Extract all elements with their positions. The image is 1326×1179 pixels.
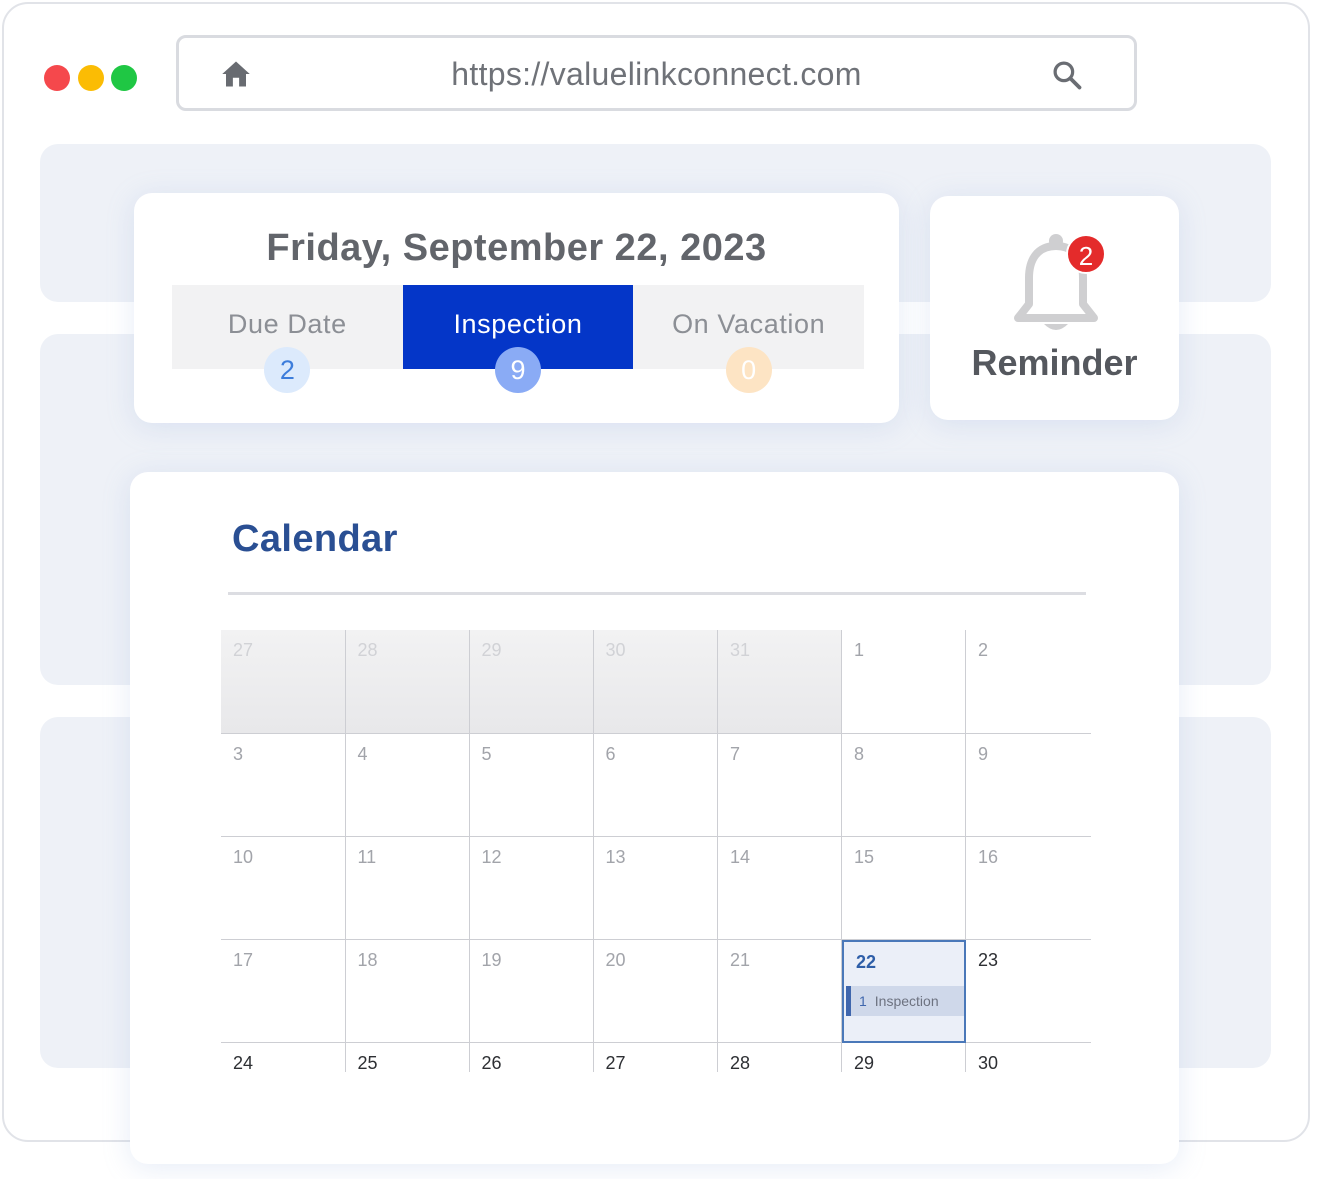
calendar-title: Calendar bbox=[232, 518, 398, 560]
calendar-day[interactable]: 31 bbox=[718, 630, 842, 734]
day-number: 26 bbox=[481, 1053, 502, 1073]
current-date: Friday, September 22, 2023 bbox=[266, 227, 767, 269]
calendar-day[interactable]: 7 bbox=[718, 734, 842, 837]
day-number: 18 bbox=[357, 950, 378, 970]
day-number: 11 bbox=[357, 847, 377, 867]
url-text[interactable]: https://valuelinkconnect.com bbox=[179, 56, 1134, 93]
calendar-day[interactable]: 28 bbox=[718, 1043, 842, 1073]
day-number: 1 bbox=[854, 640, 865, 660]
window-minimize-button[interactable] bbox=[78, 65, 104, 91]
calendar-day-today[interactable]: 22 1 Inspection bbox=[842, 940, 966, 1043]
background-connector bbox=[852, 420, 876, 474]
calendar-event-inspection[interactable]: 1 Inspection bbox=[846, 986, 964, 1016]
reminder-count-badge: 2 bbox=[1066, 234, 1106, 274]
tab-due-date[interactable]: Due Date 2 bbox=[172, 285, 403, 393]
calendar-day[interactable]: 14 bbox=[718, 837, 842, 940]
day-number: 5 bbox=[481, 744, 492, 764]
day-number: 10 bbox=[233, 847, 254, 867]
calendar-day[interactable]: 12 bbox=[469, 837, 594, 940]
day-number: 3 bbox=[233, 744, 244, 764]
day-number: 15 bbox=[854, 847, 875, 867]
day-number: 14 bbox=[730, 847, 751, 867]
calendar-day[interactable]: 18 bbox=[345, 940, 470, 1043]
day-number: 28 bbox=[730, 1053, 751, 1073]
day-number: 23 bbox=[978, 950, 999, 970]
tab-on-vacation[interactable]: On Vacation 0 bbox=[633, 285, 865, 393]
calendar-divider bbox=[228, 592, 1086, 595]
day-number: 21 bbox=[730, 950, 751, 970]
calendar-day[interactable]: 13 bbox=[593, 837, 718, 940]
day-number: 6 bbox=[605, 744, 616, 764]
day-number: 16 bbox=[978, 847, 999, 867]
address-bar[interactable]: https://valuelinkconnect.com bbox=[176, 35, 1137, 111]
day-number: 29 bbox=[481, 640, 502, 660]
search-icon[interactable] bbox=[1052, 60, 1082, 90]
day-number: 25 bbox=[357, 1053, 378, 1073]
day-number: 28 bbox=[357, 640, 378, 660]
window-maximize-button[interactable] bbox=[111, 65, 137, 91]
event-label: Inspection bbox=[874, 993, 939, 1009]
calendar-day[interactable]: 23 bbox=[966, 940, 1091, 1043]
day-number: 12 bbox=[481, 847, 502, 867]
window-close-button[interactable] bbox=[44, 65, 70, 91]
calendar-day[interactable]: 27 bbox=[221, 630, 346, 734]
tab-label: Due Date bbox=[227, 309, 347, 339]
calendar-day[interactable]: 29 bbox=[842, 1043, 966, 1073]
calendar-grid: 27 28 29 30 31 1 2 3 4 5 6 7 8 9 10 11 12 13 14 15 16 17 18 19 2… bbox=[221, 630, 1091, 1073]
calendar-day[interactable]: 28 bbox=[345, 630, 470, 734]
background-connector bbox=[435, 420, 459, 474]
day-number: 7 bbox=[730, 744, 741, 764]
calendar-day[interactable]: 16 bbox=[966, 837, 1091, 940]
tab-inspection[interactable]: Inspection 9 bbox=[402, 285, 634, 393]
calendar-day[interactable]: 3 bbox=[221, 734, 346, 837]
day-number: 2 bbox=[978, 640, 989, 660]
calendar-day[interactable]: 10 bbox=[221, 837, 346, 940]
calendar-day[interactable]: 2 bbox=[966, 630, 1091, 734]
day-number: 17 bbox=[233, 950, 254, 970]
day-number: 31 bbox=[730, 640, 751, 660]
day-number: 27 bbox=[605, 1053, 626, 1073]
on-vacation-count-badge: 0 bbox=[725, 347, 772, 393]
reminder-card[interactable]: 2 Reminder bbox=[930, 196, 1179, 420]
calendar-day[interactable]: 30 bbox=[593, 630, 718, 734]
day-number: 13 bbox=[605, 847, 626, 867]
calendar-day[interactable]: 9 bbox=[966, 734, 1091, 837]
calendar-day[interactable]: 19 bbox=[469, 940, 594, 1043]
calendar-day[interactable]: 26 bbox=[470, 1043, 594, 1073]
day-number: 30 bbox=[978, 1053, 999, 1073]
day-number: 8 bbox=[854, 744, 865, 764]
calendar-day[interactable]: 24 bbox=[221, 1043, 346, 1073]
day-number: 9 bbox=[978, 744, 989, 764]
day-number: 24 bbox=[233, 1053, 254, 1073]
calendar-day[interactable]: 17 bbox=[221, 940, 346, 1043]
calendar-day[interactable]: 27 bbox=[594, 1043, 718, 1073]
calendar-day[interactable]: 8 bbox=[842, 734, 966, 837]
date-summary-card: Friday, September 22, 2023 Due Date 2 In… bbox=[134, 193, 899, 423]
inspection-count-badge: 9 bbox=[495, 347, 541, 393]
calendar-day[interactable]: 29 bbox=[469, 630, 594, 734]
calendar-day[interactable]: 21 bbox=[718, 940, 842, 1043]
calendar-day[interactable]: 20 bbox=[593, 940, 718, 1043]
calendar-day[interactable]: 6 bbox=[593, 734, 718, 837]
calendar-day[interactable]: 25 bbox=[346, 1043, 470, 1073]
day-number: 19 bbox=[481, 950, 502, 970]
calendar-day[interactable]: 30 bbox=[966, 1043, 1091, 1073]
calendar-day[interactable]: 5 bbox=[469, 734, 594, 837]
status-tabs: Due Date 2 Inspection 9 On Vacation 0 bbox=[172, 285, 865, 393]
day-number: 27 bbox=[233, 640, 254, 660]
calendar-day[interactable]: 15 bbox=[842, 837, 966, 940]
day-number: 29 bbox=[854, 1053, 875, 1073]
calendar-day[interactable]: 1 bbox=[842, 630, 966, 734]
reminder-label: Reminder bbox=[971, 342, 1138, 383]
calendar-day[interactable]: 11 bbox=[345, 837, 470, 940]
day-number: 4 bbox=[357, 744, 368, 764]
calendar-day[interactable]: 4 bbox=[345, 734, 470, 837]
day-number: 20 bbox=[605, 950, 626, 970]
event-count: 1 bbox=[859, 993, 867, 1009]
day-number: 30 bbox=[605, 640, 626, 660]
day-number: 22 bbox=[856, 952, 877, 972]
tab-label: Inspection bbox=[453, 309, 583, 339]
due-date-count-badge: 2 bbox=[264, 347, 311, 393]
tab-label: On Vacation bbox=[672, 309, 826, 339]
